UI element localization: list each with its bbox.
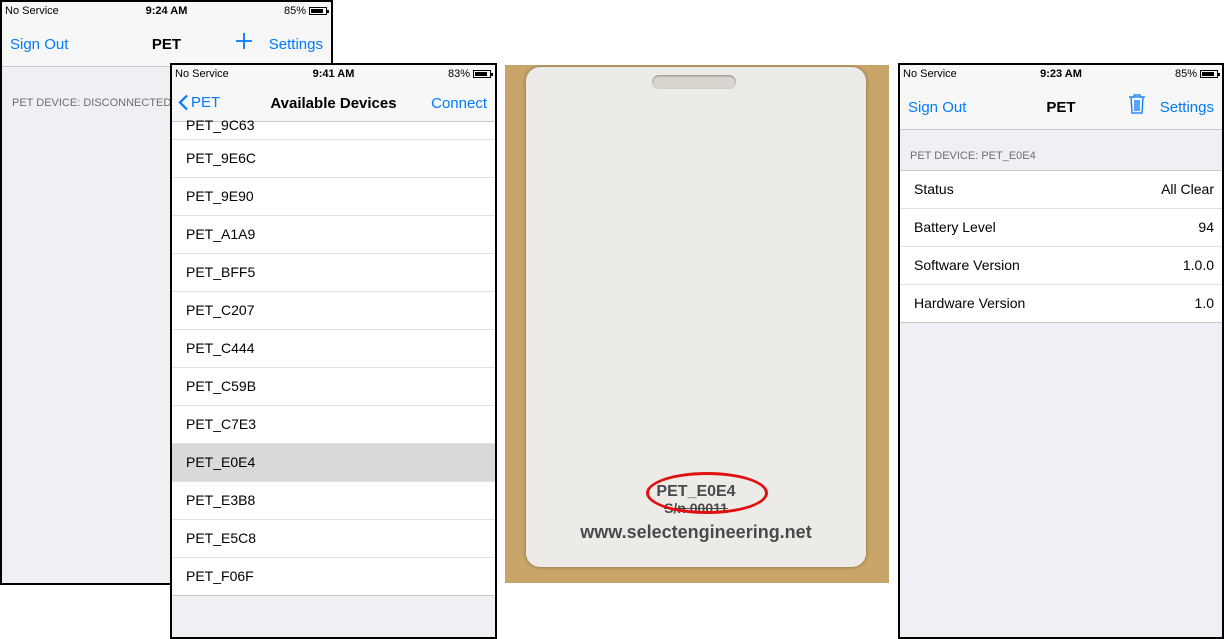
nav-bar: Sign Out PET Settings	[2, 22, 331, 67]
sign-out-button[interactable]: Sign Out	[10, 36, 68, 53]
battery-icon	[309, 7, 329, 15]
battery-percent: 85%	[283, 5, 306, 17]
battery-percent: 83%	[447, 68, 470, 80]
card-website: www.selectengineering.net	[580, 522, 812, 542]
highlight-ellipse	[646, 472, 768, 514]
status-bar: No Service 9:24 AM 85%	[2, 2, 331, 22]
device-list-item[interactable]: PET_9C63	[172, 112, 495, 140]
lanyard-slot	[652, 75, 736, 89]
device-list-item[interactable]: PET_BFF5	[172, 254, 495, 292]
device-list-item[interactable]: PET_9E6C	[172, 140, 495, 178]
nav-bar: Sign Out PET Settings	[900, 85, 1222, 130]
info-row: Software Version 1.0.0	[900, 247, 1222, 285]
device-list-item[interactable]: PET_F06F	[172, 558, 495, 595]
info-row: Status All Clear	[900, 171, 1222, 209]
device-list-item[interactable]: PET_C59B	[172, 368, 495, 406]
device-list-item[interactable]: PET_9E90	[172, 178, 495, 216]
device-list-item[interactable]: PET_E3B8	[172, 482, 495, 520]
info-value: 1.0.0	[1182, 257, 1214, 273]
clock: 9:24 AM	[145, 5, 188, 17]
pet-card: PET_E0E4 S/n 00011 www.selectengineering…	[526, 67, 866, 567]
battery-icon	[1200, 70, 1220, 78]
battery-icon	[473, 70, 493, 78]
back-label: PET	[191, 94, 221, 111]
back-button[interactable]: PET	[178, 94, 220, 111]
chevron-left-icon	[178, 94, 188, 111]
device-list-item[interactable]: PET_C444	[172, 330, 495, 368]
info-label: Status	[914, 181, 954, 197]
device-list-item[interactable]: PET_E5C8	[172, 520, 495, 558]
status-bar: No Service 9:41 AM 83%	[172, 65, 495, 85]
plus-icon[interactable]	[235, 32, 253, 54]
device-list-item[interactable]: PET_A1A9	[172, 216, 495, 254]
sign-out-button[interactable]: Sign Out	[908, 99, 966, 116]
battery-indicator: 83%	[447, 68, 493, 80]
device-header: PET DEVICE: PET_E0E4	[910, 150, 1036, 162]
battery-indicator: 85%	[283, 5, 329, 17]
device-list-item[interactable]: PET_E0E4	[172, 444, 495, 482]
info-row: Hardware Version 1.0	[900, 285, 1222, 322]
screen-pet-connected: No Service 9:23 AM 85% Sign Out PET Sett…	[898, 63, 1224, 639]
device-photo: PET_E0E4 S/n 00011 www.selectengineering…	[505, 65, 889, 583]
device-list-item[interactable]: PET_C207	[172, 292, 495, 330]
clock: 9:23 AM	[1040, 68, 1082, 80]
connect-button[interactable]: Connect	[431, 95, 487, 112]
info-label: Software Version	[914, 257, 1020, 273]
device-list-item[interactable]: PET_C7E3	[172, 406, 495, 444]
clock: 9:41 AM	[312, 68, 355, 80]
info-value: 1.0	[1194, 295, 1214, 311]
settings-button[interactable]: Settings	[1160, 99, 1214, 116]
screen-available-devices: No Service 9:41 AM 83% PET Available Dev…	[170, 63, 497, 639]
device-info-list: Status All Clear Battery Level 94 Software V…	[900, 170, 1222, 323]
settings-button[interactable]: Settings	[269, 36, 323, 53]
info-label: Hardware Version	[914, 295, 1026, 311]
info-label: Battery Level	[914, 219, 996, 235]
battery-percent: 85%	[1174, 68, 1197, 80]
info-value: 94	[1198, 219, 1214, 235]
status-bar: No Service 9:23 AM 85%	[900, 65, 1222, 85]
info-row: Battery Level 94	[900, 209, 1222, 247]
battery-indicator: 85%	[1174, 68, 1220, 80]
trash-icon[interactable]	[1128, 93, 1146, 119]
device-list: PET_9C63 PET_9E6C PET_9E90 PET_A1A9 PET_BFF5…	[172, 112, 495, 596]
info-value: All Clear	[1161, 181, 1214, 197]
